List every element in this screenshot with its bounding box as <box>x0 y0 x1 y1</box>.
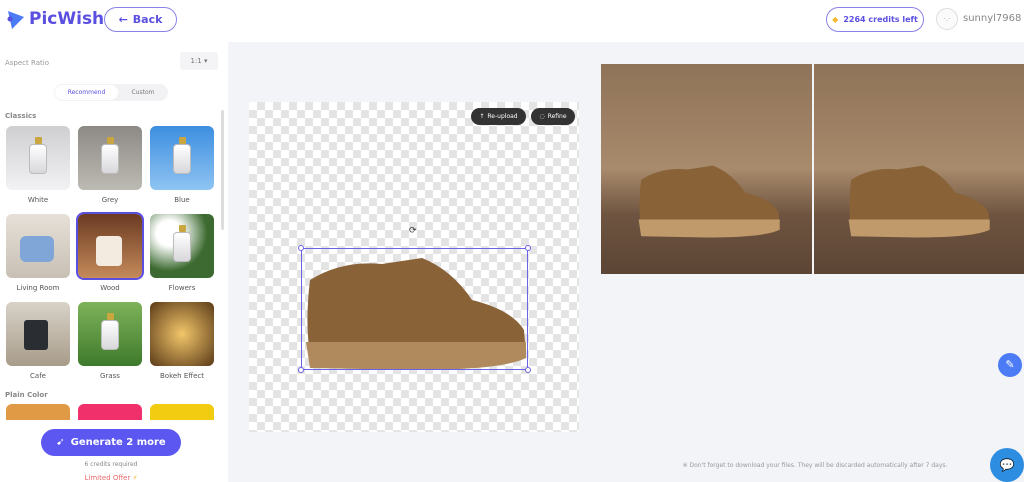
template-label: Grass <box>100 372 120 380</box>
back-label: Back <box>132 13 163 26</box>
result-image-2[interactable] <box>814 64 1024 274</box>
credits-button[interactable]: ◆ 2264 credits left <box>826 7 924 32</box>
color-swatch-orange[interactable] <box>6 404 70 420</box>
template-label: White <box>27 196 49 204</box>
credits-label: 2264 credits left <box>843 15 918 24</box>
template-label: Cafe <box>30 372 46 380</box>
template-flowers[interactable] <box>150 214 214 278</box>
download-reminder: ※ Don't forget to download your files. T… <box>682 462 948 469</box>
template-living-room[interactable] <box>6 214 70 278</box>
result-image-1[interactable] <box>601 64 812 274</box>
template-label: Bokeh Effect <box>159 372 204 380</box>
resize-handle[interactable] <box>525 367 531 373</box>
refine-icon: ◌ <box>539 113 545 120</box>
color-swatch-yellow[interactable] <box>150 404 214 420</box>
color-swatch-pink[interactable] <box>78 404 142 420</box>
classics-heading: Classics <box>5 112 37 120</box>
reupload-button[interactable]: ↑ Re-upload <box>471 108 526 125</box>
username[interactable]: sunnyl7968 <box>963 13 1021 24</box>
template-blue[interactable] <box>150 126 214 190</box>
template-white[interactable] <box>6 126 70 190</box>
limited-offer-link[interactable]: Limited Offer ⚡ <box>0 474 222 482</box>
tab-custom[interactable]: Custom <box>118 85 168 100</box>
resize-handle[interactable] <box>525 245 531 251</box>
template-grey[interactable] <box>78 126 142 190</box>
picwish-logo-icon <box>7 11 24 29</box>
template-tabs: Recommend Custom <box>54 84 168 101</box>
result-shoe <box>848 165 990 238</box>
resize-handle[interactable] <box>298 245 304 251</box>
template-grass[interactable] <box>78 302 142 366</box>
template-label: Grey <box>101 196 119 204</box>
back-button[interactable]: ← Back <box>104 7 177 32</box>
template-label: Living Room <box>16 284 60 292</box>
template-bokeh-effect[interactable] <box>150 302 214 366</box>
chat-icon[interactable]: 💬 <box>990 448 1024 482</box>
credits-required: 6 credits required <box>84 461 138 468</box>
rotate-icon[interactable]: ⟳ <box>409 226 417 236</box>
tab-recommend[interactable]: Recommend <box>55 85 118 100</box>
arrow-left-icon: ← <box>118 13 128 26</box>
generate-label: Generate 2 more <box>70 437 166 448</box>
sidebar-scrollbar[interactable] <box>221 110 224 230</box>
diamond-icon: ◆ <box>832 15 839 24</box>
selection-box[interactable] <box>301 248 528 370</box>
avatar[interactable]: ·.· <box>936 8 958 30</box>
lightning-icon: ⚡ <box>132 474 138 482</box>
refine-label: Refine <box>547 113 567 120</box>
template-cafe[interactable] <box>6 302 70 366</box>
cursor-click-icon: ➹ <box>56 437 65 448</box>
generate-more-button[interactable]: ➹ Generate 2 more <box>41 429 181 456</box>
reupload-label: Re-upload <box>487 113 518 120</box>
result-shoe <box>638 165 780 238</box>
limited-offer-label: Limited Offer <box>84 474 131 482</box>
template-label: Wood <box>100 284 120 292</box>
download-reminder-text: Don't forget to download your files. The… <box>689 462 948 469</box>
refine-button[interactable]: ◌ Refine <box>531 108 575 125</box>
header: PicWish ← Back ◆ 2264 credits left ·.· sun… <box>0 0 1024 42</box>
template-label: Flowers <box>168 284 196 292</box>
template-wood[interactable] <box>76 212 144 280</box>
resize-handle[interactable] <box>298 367 304 373</box>
template-label: Blue <box>174 196 190 204</box>
aspect-ratio-value: 1:1 <box>190 57 202 65</box>
feedback-edit-icon[interactable]: ✎ <box>998 353 1022 377</box>
plain-color-heading: Plain Color <box>5 391 48 399</box>
upload-icon: ↑ <box>479 113 485 120</box>
aspect-ratio-select[interactable]: 1:1 ▾ <box>180 52 218 70</box>
aspect-ratio-label: Aspect Ratio <box>5 59 49 67</box>
brand-name: PicWish <box>29 9 105 29</box>
